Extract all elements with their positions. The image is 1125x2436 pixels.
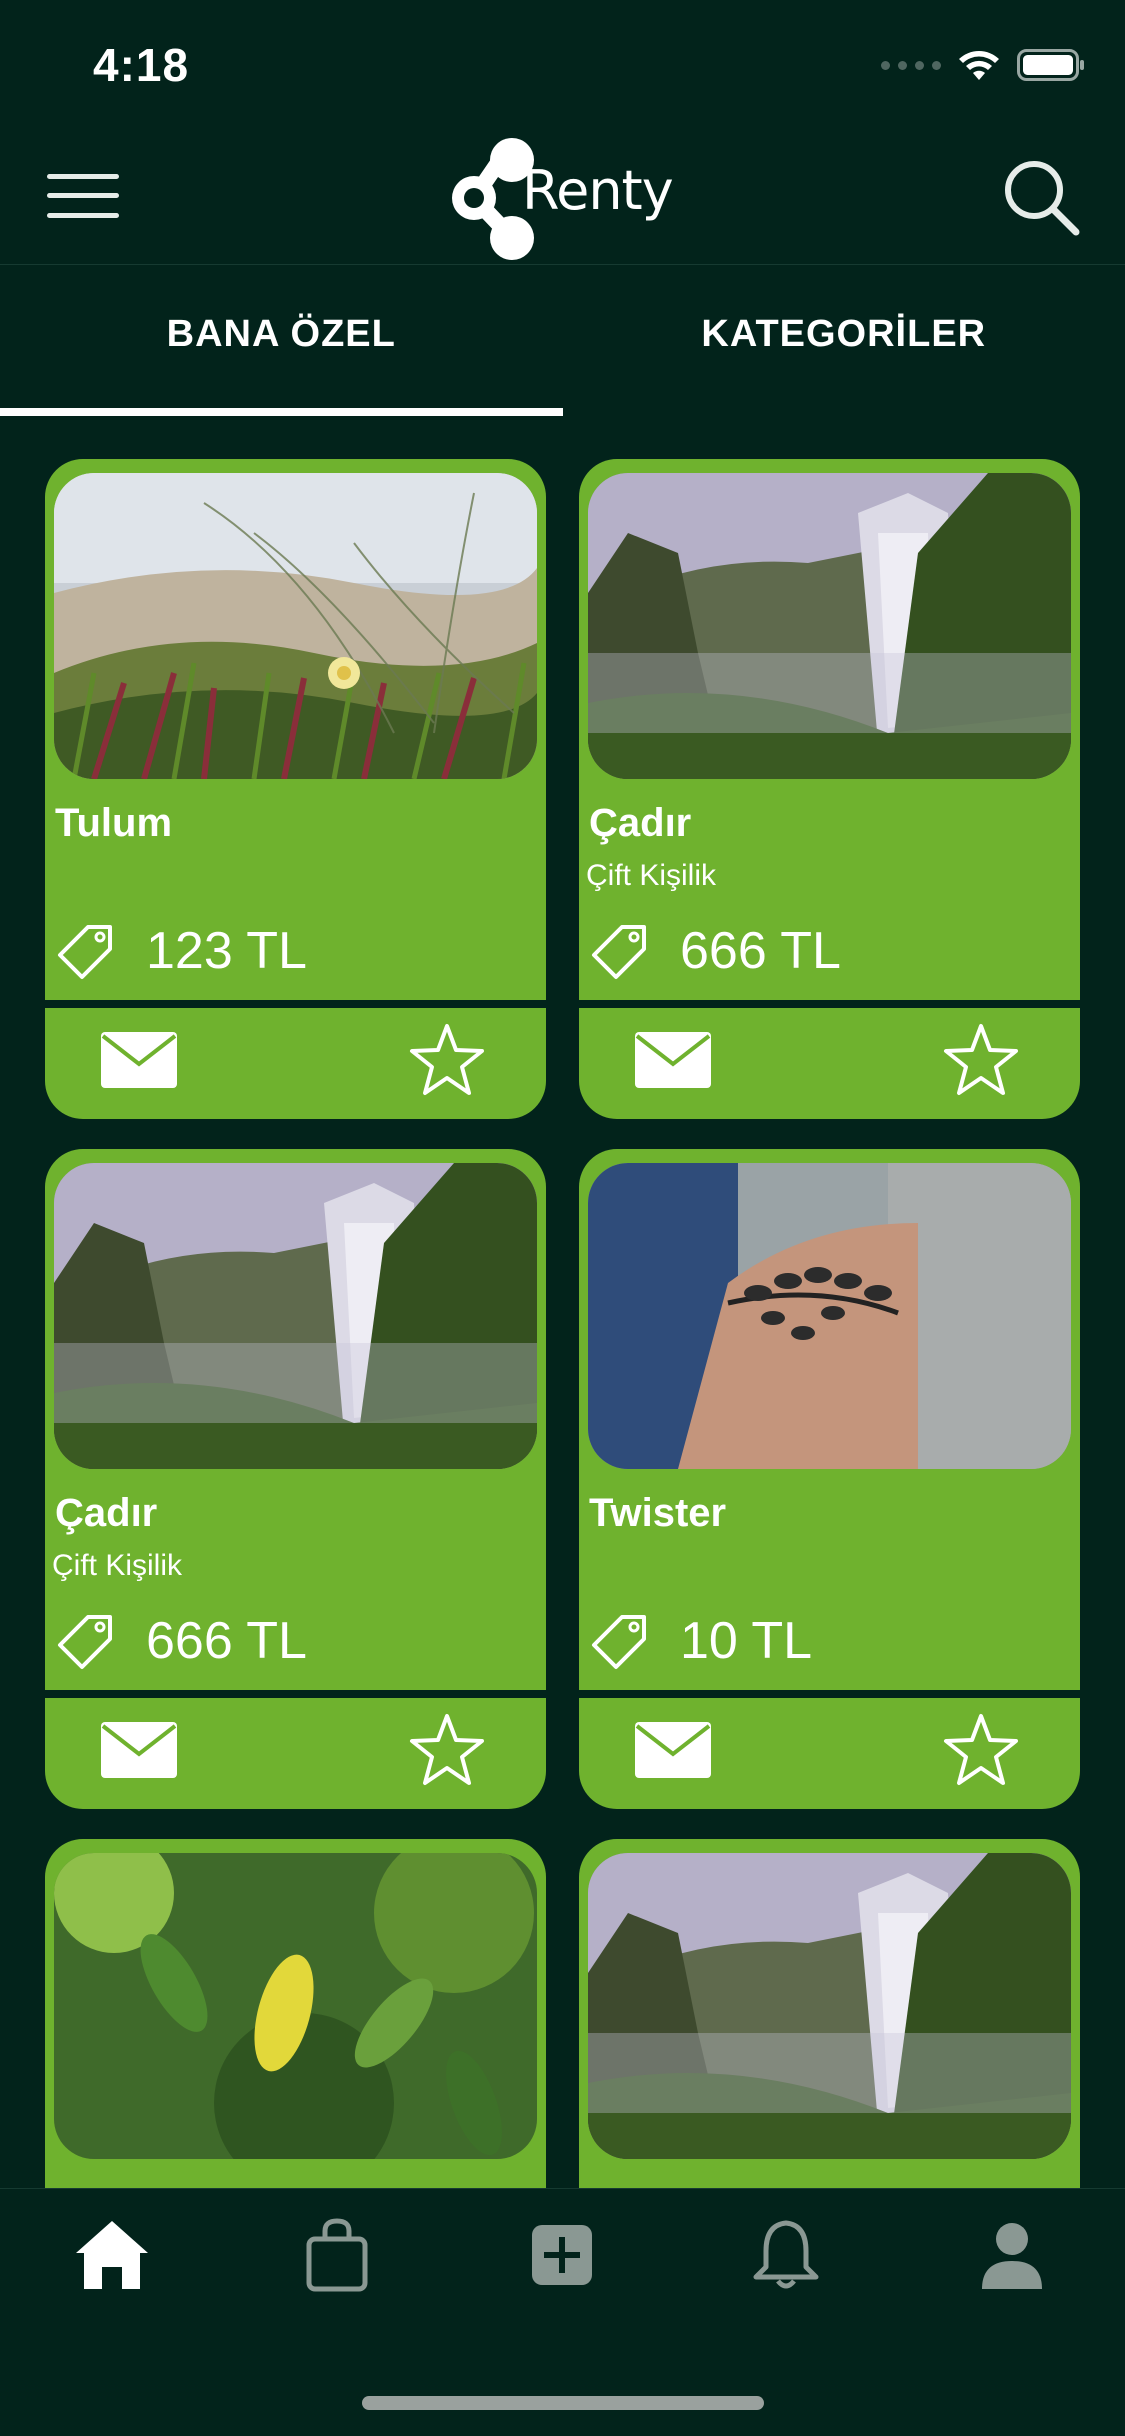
product-image xyxy=(588,1163,1071,1469)
card-divider xyxy=(579,1690,1080,1698)
product-card[interactable]: Çadır Çift Kişilik 666 TL xyxy=(579,459,1080,1119)
product-card[interactable]: Twister 10 TL xyxy=(579,1149,1080,1809)
nav-header: Renty xyxy=(0,132,1125,265)
star-icon[interactable] xyxy=(409,1712,485,1788)
product-image xyxy=(588,473,1071,779)
price-tag-icon xyxy=(592,925,646,979)
card-actions xyxy=(579,1698,1080,1809)
home-icon[interactable] xyxy=(72,2215,152,2295)
add-square-icon[interactable] xyxy=(522,2215,602,2295)
price-tag-icon xyxy=(592,1615,646,1669)
card-actions xyxy=(45,1698,546,1809)
product-image xyxy=(54,1853,537,2159)
product-card[interactable] xyxy=(45,1839,546,2189)
tab-bana-ozel[interactable]: BANA ÖZEL xyxy=(0,266,563,416)
price-value: 123 TL xyxy=(146,922,307,980)
signal-icon xyxy=(881,60,941,70)
card-actions xyxy=(45,1008,546,1119)
battery-icon xyxy=(1017,49,1084,81)
user-icon[interactable] xyxy=(972,2215,1052,2295)
product-price: 666 TL xyxy=(588,919,841,983)
card-divider xyxy=(45,1690,546,1698)
top-tabs: BANA ÖZEL KATEGORİLER xyxy=(0,266,1125,416)
renty-logo: Renty xyxy=(452,132,682,264)
price-tag-icon xyxy=(58,1615,112,1669)
price-value: 666 TL xyxy=(146,1612,307,1670)
price-value: 666 TL xyxy=(680,922,841,980)
product-grid: Tulum 123 TL Çadır Çift Kişilik 666 TL Ç… xyxy=(45,459,1080,2189)
star-icon[interactable] xyxy=(943,1022,1019,1098)
star-icon[interactable] xyxy=(943,1712,1019,1788)
bell-icon[interactable] xyxy=(746,2215,826,2295)
shopping-bag-icon[interactable] xyxy=(297,2215,377,2295)
product-title: Tulum xyxy=(55,801,173,845)
star-icon[interactable] xyxy=(409,1022,485,1098)
product-title: Twister xyxy=(589,1491,727,1535)
product-title: Çadır xyxy=(55,1491,158,1535)
hamburger-menu-icon[interactable] xyxy=(47,168,119,224)
status-bar: 4:18 xyxy=(0,0,1125,132)
product-title: Çadır xyxy=(589,801,692,845)
logo-text: Renty xyxy=(522,159,674,222)
product-card[interactable]: Çadır Çift Kişilik 666 TL xyxy=(45,1149,546,1809)
product-subtitle: Çift Kişilik xyxy=(586,859,717,892)
price-tag-icon xyxy=(58,925,112,979)
product-image xyxy=(588,1853,1071,2159)
mail-icon[interactable] xyxy=(101,1032,177,1088)
product-image xyxy=(54,473,537,779)
tab-kategoriler[interactable]: KATEGORİLER xyxy=(563,266,1125,416)
card-actions xyxy=(579,1008,1080,1119)
product-image xyxy=(54,1163,537,1469)
wifi-icon xyxy=(959,51,999,80)
product-price: 123 TL xyxy=(54,919,307,983)
card-divider xyxy=(579,1000,1080,1008)
product-card[interactable]: Tulum 123 TL xyxy=(45,459,546,1119)
status-icons xyxy=(881,48,1085,82)
mail-icon[interactable] xyxy=(635,1722,711,1778)
home-indicator xyxy=(362,2396,764,2410)
product-price: 10 TL xyxy=(588,1609,812,1673)
status-time: 4:18 xyxy=(93,39,190,91)
card-divider xyxy=(45,1000,546,1008)
mail-icon[interactable] xyxy=(101,1722,177,1778)
product-subtitle: Çift Kişilik xyxy=(52,1549,183,1582)
app-screen: 4:18 Renty BANA ÖZEL KATEGORİLER Tulum 1… xyxy=(0,0,1125,2436)
search-icon[interactable] xyxy=(1000,156,1084,240)
price-value: 10 TL xyxy=(680,1612,813,1670)
product-card[interactable] xyxy=(579,1839,1080,2189)
product-price: 666 TL xyxy=(54,1609,307,1673)
mail-icon[interactable] xyxy=(635,1032,711,1088)
